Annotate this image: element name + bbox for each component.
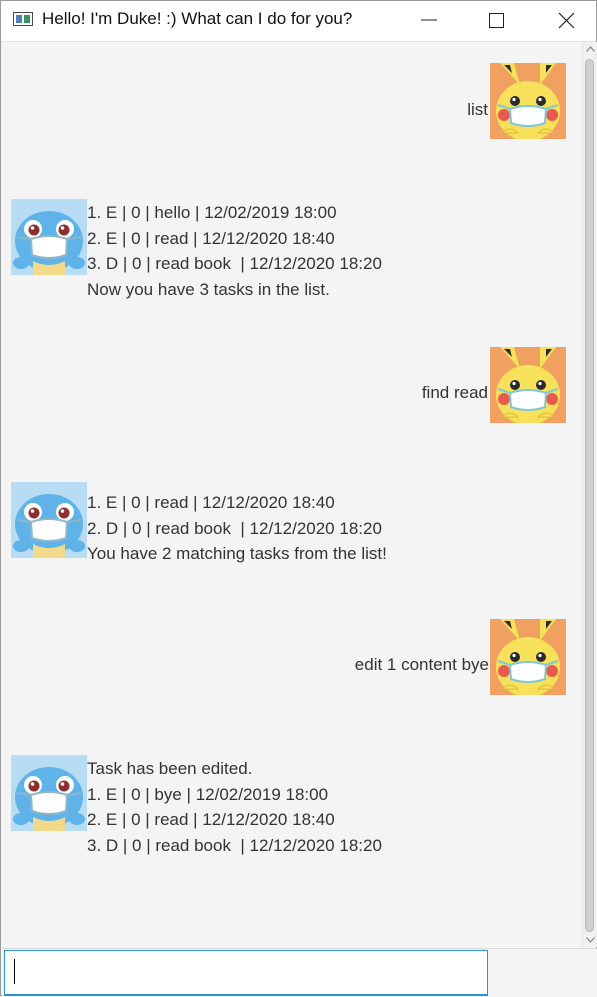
duke-message-line: Task has been edited. bbox=[87, 759, 253, 778]
app-icon bbox=[13, 12, 33, 26]
maximize-button[interactable] bbox=[473, 1, 519, 39]
input-area bbox=[2, 948, 597, 997]
duke-message-line: Now you have 3 tasks in the list. bbox=[87, 279, 330, 299]
window-title: Hello! I'm Duke! :) What can I do for yo… bbox=[42, 9, 353, 28]
duke-message: 1. E | 0 | read | 12/12/2020 18:40 2. D … bbox=[87, 490, 387, 567]
duke-message-line: 1. E | 0 | bye | 12/02/2019 18:00 bbox=[87, 784, 329, 804]
close-button[interactable] bbox=[543, 1, 589, 39]
user-message: find read bbox=[421, 383, 488, 402]
squirtle-avatar bbox=[11, 199, 87, 275]
maximize-icon bbox=[489, 13, 504, 28]
duke-message-line: 3. D | 0 | read book | 12/12/2020 18:20 bbox=[87, 835, 382, 855]
squirtle-avatar bbox=[11, 755, 87, 831]
app-window: Hello! I'm Duke! :) What can I do for yo… bbox=[0, 0, 597, 997]
pikachu-avatar bbox=[490, 347, 566, 423]
duke-message-line: 2. E | 0 | read | 12/12/2020 18:40 bbox=[87, 810, 335, 829]
minimize-icon bbox=[421, 19, 437, 21]
duke-message-line: 2. E | 0 | read | 12/12/2020 18:40 bbox=[87, 228, 335, 248]
duke-message-line: You have 2 matching tasks from the list! bbox=[87, 544, 387, 563]
pikachu-avatar bbox=[490, 63, 566, 139]
scroll-thumb[interactable] bbox=[585, 59, 594, 932]
duke-message: Task has been edited. 1. E | 0 | bye | 1… bbox=[87, 756, 382, 858]
duke-message-line: 3. D | 0 | read book | 12/12/2020 18:20 bbox=[87, 254, 382, 273]
close-icon bbox=[558, 12, 575, 29]
send-button[interactable] bbox=[489, 950, 597, 996]
duke-message-line: 1. E | 0 | read | 12/12/2020 18:40 bbox=[87, 493, 335, 512]
duke-message: 1. E | 0 | hello | 12/02/2019 18:00 2. E… bbox=[87, 200, 382, 302]
scroll-up-icon[interactable] bbox=[586, 46, 595, 52]
minimize-button[interactable] bbox=[405, 1, 451, 39]
vertical-scrollbar[interactable] bbox=[582, 42, 597, 947]
user-input-field[interactable] bbox=[4, 950, 488, 996]
dialog-container[interactable]: list 1. E | 0 | hello | 12/02/2019 18:00… bbox=[2, 42, 583, 947]
duke-message-line: 1. E | 0 | hello | 12/02/2019 18:00 bbox=[87, 203, 337, 222]
scroll-down-icon[interactable] bbox=[586, 937, 595, 943]
user-message: list bbox=[467, 100, 488, 119]
duke-message-line: 2. D | 0 | read book | 12/12/2020 18:20 bbox=[87, 518, 382, 538]
user-message: edit 1 content bye bbox=[354, 655, 489, 674]
squirtle-avatar bbox=[11, 482, 87, 558]
pikachu-avatar bbox=[490, 619, 566, 695]
text-caret bbox=[14, 959, 15, 984]
title-bar[interactable]: Hello! I'm Duke! :) What can I do for yo… bbox=[1, 1, 596, 42]
